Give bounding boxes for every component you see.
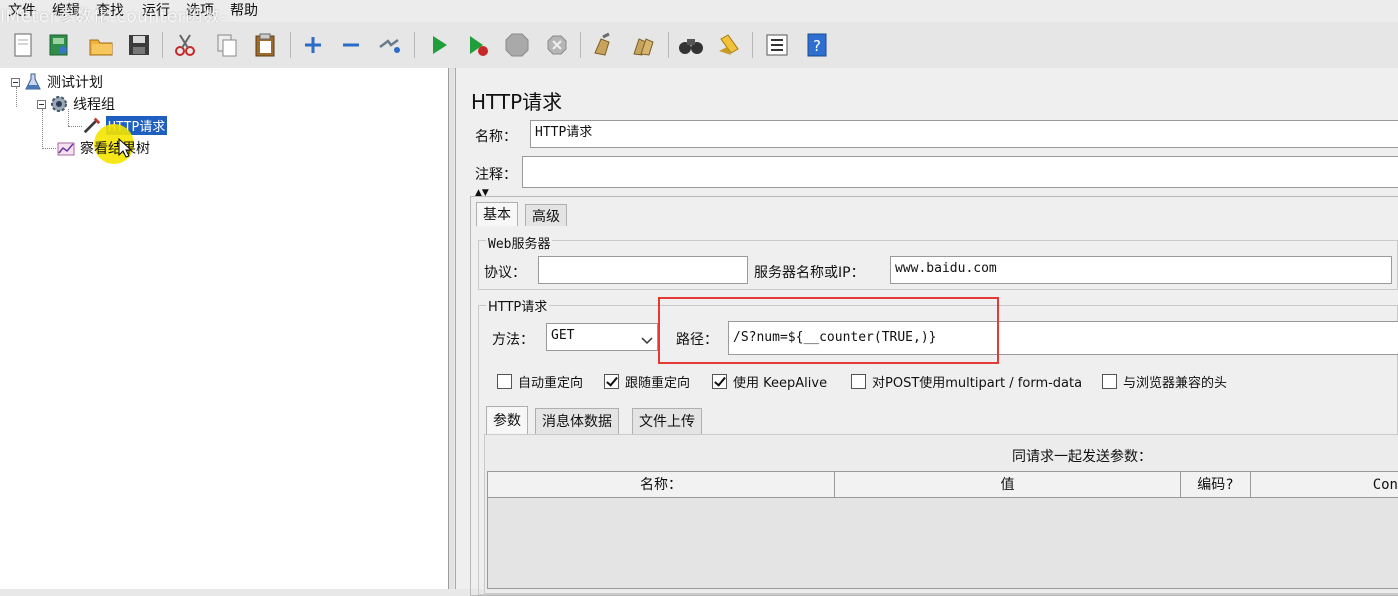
comment-field[interactable]: [522, 156, 1398, 188]
clear-icon[interactable]: [588, 30, 618, 60]
web-server-legend: Web服务器: [486, 233, 553, 252]
checkbox-multipart[interactable]: 对POST使用multipart / form-data: [851, 372, 1082, 391]
tree-node-test-plan[interactable]: 测试计划: [11, 72, 103, 92]
new-file-icon[interactable]: [8, 30, 38, 60]
toggle-icon[interactable]: [374, 30, 404, 60]
http-request-editor: HTTP请求 名称： HTTP请求 注释： ▲▼ 基本 高级 Web服务器 协议…: [455, 68, 1398, 596]
subtab-body-data[interactable]: 消息体数据: [535, 408, 619, 434]
chart-icon: [56, 138, 76, 158]
panel-title: HTTP请求: [471, 90, 563, 114]
column-header-name[interactable]: 名称：: [488, 472, 835, 498]
checkbox-box[interactable]: [851, 374, 866, 389]
tree-label: 测试计划: [47, 75, 103, 91]
method-value: GET: [551, 328, 575, 343]
tree-node-result-tree[interactable]: 察看结果树: [56, 138, 150, 158]
tree-expander[interactable]: [37, 99, 46, 109]
gear-icon: [49, 94, 69, 114]
server-name-field[interactable]: www.baidu.com: [890, 256, 1392, 284]
checkbox-label: 对POST使用multipart / form-data: [872, 376, 1083, 391]
start-no-pauses-icon[interactable]: [462, 30, 492, 60]
reset-search-icon[interactable]: [714, 30, 744, 60]
mouse-cursor-icon: [118, 137, 133, 162]
checkbox-box[interactable]: [497, 374, 512, 389]
red-highlight-box: [658, 297, 999, 364]
search-icon[interactable]: [676, 30, 706, 60]
menu-help[interactable]: 帮助: [230, 0, 258, 22]
column-header-encode[interactable]: 编码?: [1181, 472, 1251, 498]
menu-bar: 文件 编辑 查找 运行 选项 帮助 JMeter参数化-counter函数- m: [0, 0, 1398, 48]
checkbox-label: 跟随重定向: [625, 376, 691, 391]
flask-icon: [23, 72, 43, 92]
name-field[interactable]: HTTP请求: [530, 120, 1398, 148]
checkbox-label: 与浏览器兼容的头: [1123, 376, 1228, 391]
tab-advanced[interactable]: 高级: [525, 204, 567, 226]
start-icon[interactable]: [424, 30, 454, 60]
checkbox-box[interactable]: [712, 374, 727, 389]
tree-node-thread-group[interactable]: 线程组: [37, 94, 115, 114]
tab-basic[interactable]: 基本: [476, 202, 518, 226]
templates-icon[interactable]: [44, 30, 74, 60]
subtab-file-upload[interactable]: 文件上传: [632, 408, 702, 434]
checkbox-browser-compatible[interactable]: 与浏览器兼容的头: [1102, 372, 1227, 391]
function-helper-icon[interactable]: [762, 30, 792, 60]
split-pane-divider[interactable]: [449, 68, 454, 589]
column-header-value[interactable]: 值: [835, 472, 1181, 498]
clear-all-icon[interactable]: [628, 30, 658, 60]
comment-label: 注释：: [475, 167, 517, 183]
tree-label: 线程组: [73, 97, 115, 113]
test-plan-tree: 测试计划 线程组 HTTP请求 察看结果树: [0, 68, 449, 589]
method-select[interactable]: GET: [546, 323, 658, 351]
checkbox-box[interactable]: [604, 374, 619, 389]
save-icon[interactable]: [124, 30, 154, 60]
name-label: 名称：: [475, 129, 517, 145]
checkbox-box[interactable]: [1102, 374, 1117, 389]
http-request-legend: HTTP请求: [486, 296, 550, 315]
paste-icon[interactable]: [250, 30, 280, 60]
checkbox-label: 自动重定向: [518, 376, 584, 391]
server-name-label: 服务器名称或IP：: [754, 265, 865, 281]
tree-label: 察看结果树: [80, 141, 150, 157]
shutdown-icon[interactable]: [542, 30, 572, 60]
column-header-content-type[interactable]: Con: [1251, 472, 1398, 498]
svg-text:?: ?: [813, 37, 821, 55]
checkbox-keepalive[interactable]: 使用 KeepAlive: [712, 372, 827, 391]
stop-icon[interactable]: [502, 30, 532, 60]
subtab-parameters[interactable]: 参数: [486, 406, 528, 434]
copy-icon[interactable]: [212, 30, 242, 60]
chevron-down-icon: [641, 331, 653, 350]
collapse-all-icon[interactable]: [336, 30, 366, 60]
tree-expander[interactable]: [11, 77, 20, 87]
open-folder-icon[interactable]: [86, 30, 116, 60]
cut-icon[interactable]: [170, 30, 200, 60]
parameters-caption: 同请求一起发送参数：: [1012, 449, 1152, 465]
expand-all-icon[interactable]: [298, 30, 328, 60]
checkbox-label: 使用 KeepAlive: [733, 376, 828, 391]
protocol-label: 协议：: [484, 265, 526, 281]
checkbox-follow-redirects[interactable]: 跟随重定向: [604, 372, 690, 391]
checkbox-auto-redirect[interactable]: 自动重定向: [497, 372, 583, 391]
protocol-field[interactable]: [538, 256, 748, 284]
help-icon[interactable]: ?: [802, 30, 832, 60]
method-label: 方法：: [492, 332, 534, 348]
toolbar: ?: [0, 22, 1398, 69]
